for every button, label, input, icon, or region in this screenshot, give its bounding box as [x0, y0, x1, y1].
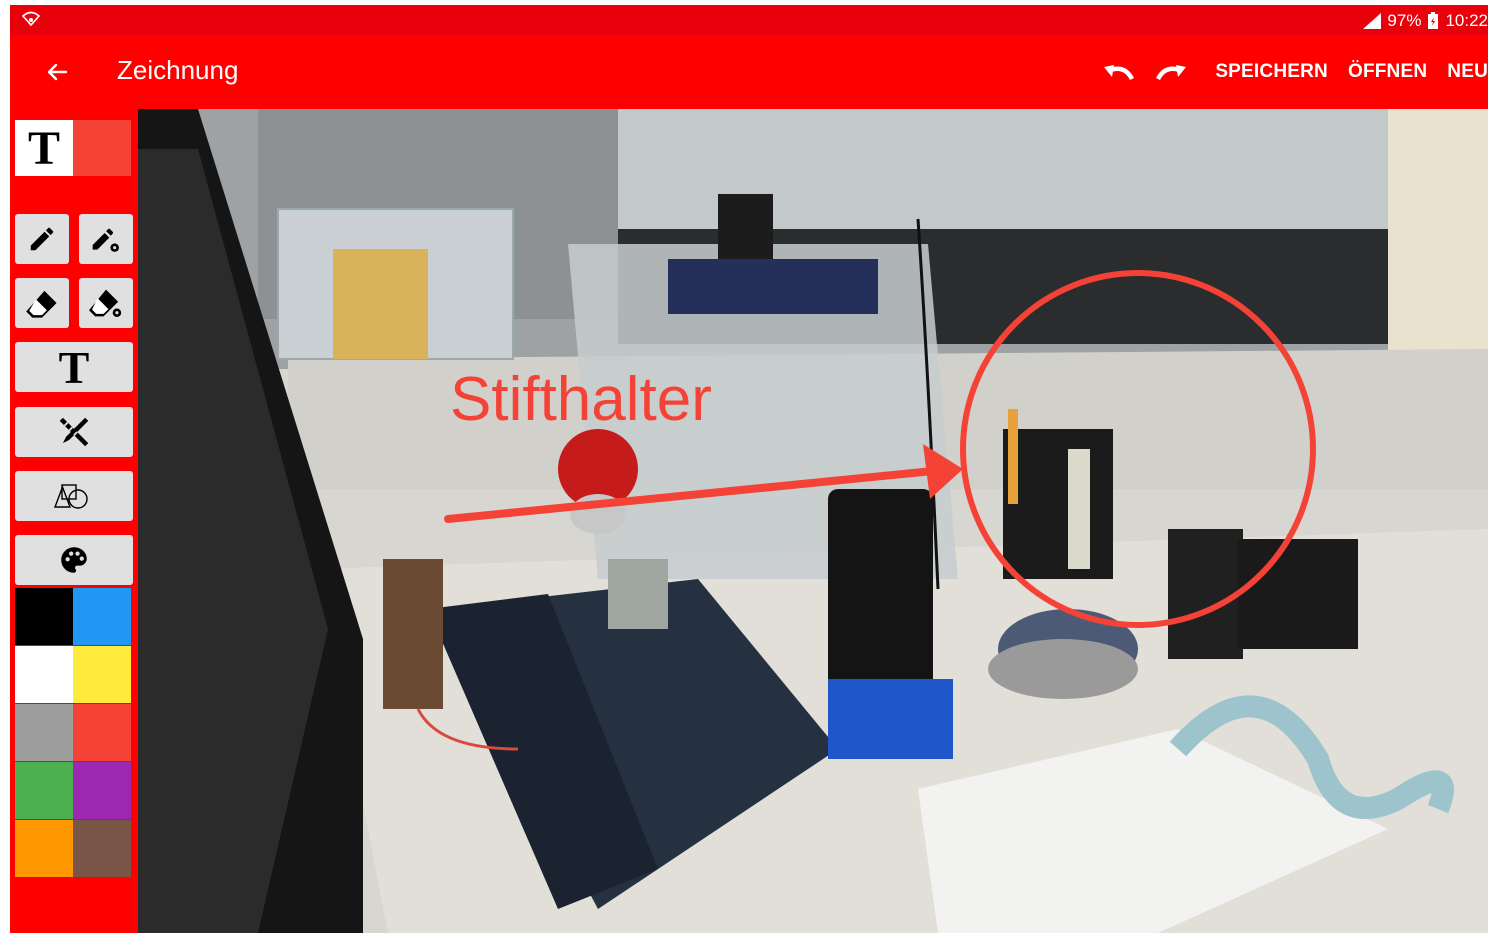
eraser-tool-button[interactable]: [15, 278, 69, 328]
tool-sidebar: T T: [10, 109, 138, 933]
battery-icon: [1428, 12, 1439, 29]
app-bar: Zeichnung SPEICHERN ÖFFNEN NEU: [10, 35, 1488, 109]
color-swatch-white[interactable]: [15, 646, 73, 703]
color-swatch-red[interactable]: [73, 704, 131, 761]
ruler-pencil-tool-button[interactable]: [15, 407, 133, 457]
color-palette-button[interactable]: [15, 535, 133, 585]
color-swatch-orange[interactable]: [15, 820, 73, 877]
app-window: 97% 10:22 Zeichnung SPEICHERN ÖFFNEN NEU…: [10, 5, 1488, 933]
color-swatch-brown[interactable]: [73, 820, 131, 877]
color-swatch-green[interactable]: [15, 762, 73, 819]
pencil-tool-button[interactable]: [15, 214, 69, 264]
redo-button[interactable]: [1147, 52, 1195, 92]
wifi-icon: [22, 11, 40, 27]
status-bar: 97% 10:22: [10, 5, 1488, 35]
background-photo: [138, 109, 1488, 933]
annotation-text: Stifthalter: [450, 365, 712, 434]
color-swatch-yellow[interactable]: [73, 646, 131, 703]
eraser-icon: [26, 290, 57, 318]
new-button[interactable]: NEU: [1447, 61, 1488, 83]
shapes-icon: [53, 484, 88, 509]
open-button[interactable]: ÖFFNEN: [1348, 61, 1427, 83]
battery-percent: 97%: [1387, 11, 1422, 30]
color-swatch-gray[interactable]: [15, 704, 73, 761]
ruler-pencil-icon: [59, 417, 89, 447]
eraser-settings-button[interactable]: [79, 278, 133, 328]
pencil-icon: [30, 227, 54, 251]
undo-icon: [1104, 65, 1135, 81]
page-title: Zeichnung: [117, 55, 239, 85]
color-swatch-blue[interactable]: [73, 588, 131, 645]
back-arrow-icon[interactable]: [42, 57, 72, 87]
eraser-settings-icon: [89, 289, 122, 317]
save-button[interactable]: SPEICHERN: [1215, 61, 1328, 83]
color-swatch-purple[interactable]: [73, 762, 131, 819]
redo-icon: [1156, 65, 1187, 81]
signal-icon: [1363, 13, 1382, 29]
undo-button[interactable]: [1095, 52, 1143, 92]
text-tool-button[interactable]: T: [15, 342, 133, 393]
shapes-tool-button[interactable]: [15, 471, 133, 521]
current-tool-indicator: T: [15, 120, 73, 176]
palette-icon: [61, 547, 87, 573]
clock: 10:22: [1445, 11, 1488, 30]
pencil-settings-icon: [92, 228, 119, 252]
status-right: 97% 10:22: [1363, 11, 1488, 31]
app-bar-actions: SPEICHERN ÖFFNEN NEU: [1091, 35, 1488, 109]
drawing-canvas[interactable]: Stifthalter: [138, 109, 1488, 933]
current-color-indicator: [73, 120, 131, 176]
pencil-settings-button[interactable]: [79, 214, 133, 264]
color-swatch-black[interactable]: [15, 588, 73, 645]
